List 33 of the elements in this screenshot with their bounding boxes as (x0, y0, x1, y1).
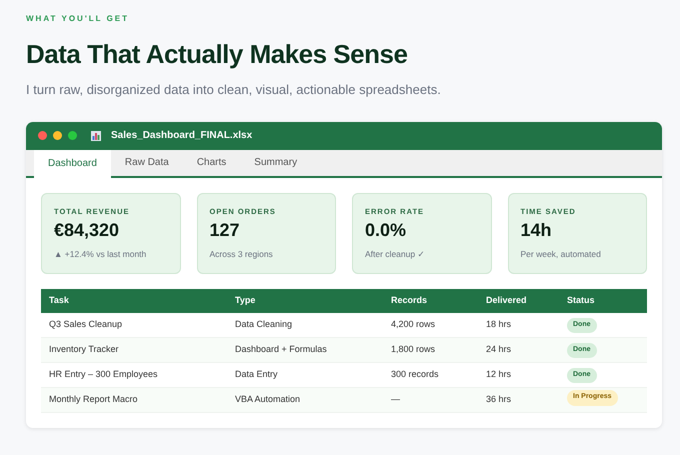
stat-note: Per week, automated (520, 248, 602, 260)
tab[interactable]: Dashboard (34, 150, 111, 178)
page-subheading: I turn raw, disorganized data into clean, visual, actionable spreadsheets. (26, 81, 442, 100)
table-cell: VBA Automation (227, 388, 383, 413)
stat-note: ▲ +12.4% vs last month (54, 248, 148, 260)
tab[interactable]: Charts (182, 150, 240, 176)
stat-value: 14h (520, 220, 553, 242)
table-cell: — (383, 388, 478, 413)
tab[interactable]: Summary (240, 150, 312, 176)
table-cell: 1,800 rows (383, 338, 478, 363)
table-cell: Dashboard + Formulas (227, 338, 383, 363)
column-header: Records (383, 288, 478, 313)
table-cell: 36 hrs (478, 388, 559, 413)
column-header: Type (227, 288, 383, 313)
stat-value: 127 (210, 220, 241, 242)
stat-note: Across 3 regions (210, 248, 274, 260)
table-cell: Inventory Tracker (41, 338, 227, 363)
close-dot (38, 131, 47, 140)
tab[interactable]: Raw Data (110, 150, 183, 176)
stat-value: €84,320 (54, 220, 120, 242)
table-cell: Monthly Report Macro (41, 388, 227, 413)
minimize-dot (53, 131, 62, 140)
table-cell: 24 hrs (478, 338, 559, 363)
column-header: Task (41, 288, 227, 313)
column-header: Status (559, 288, 647, 313)
stat-value: 0.0% (365, 220, 408, 242)
column-header: Delivered (478, 288, 559, 313)
eyebrow-label: WHAT YOU'LL GET (26, 13, 130, 25)
page-heading: Data That Actually Makes Sense (26, 39, 408, 70)
bar-chart-icon (91, 130, 101, 141)
maximize-dot (68, 131, 77, 140)
window-title: Sales_Dashboard_FINAL.xlsx (111, 129, 252, 144)
stat-note: After cleanup ✓ (365, 248, 426, 260)
